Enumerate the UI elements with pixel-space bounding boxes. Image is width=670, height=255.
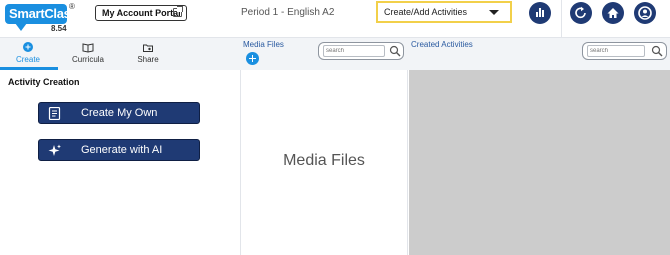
tab-share-label: Share (137, 55, 159, 64)
media-search-input[interactable] (323, 45, 385, 57)
logo-wordmark: SmartClass (5, 4, 78, 31)
period-title: Period 1 - English A2 (241, 7, 335, 18)
plus-circle-icon (23, 42, 33, 52)
bar-chart-icon (536, 8, 544, 17)
tab-create[interactable]: Create (5, 41, 51, 64)
tab-curricula[interactable]: Curricula (65, 41, 111, 64)
tab-create-label: Create (15, 55, 40, 64)
smartclass-logo[interactable]: SmartClass ® 8.54 (5, 2, 78, 36)
share-folder-icon (143, 44, 153, 52)
search-icon[interactable] (651, 45, 663, 57)
search-icon[interactable] (389, 45, 401, 57)
active-tab-indicator (0, 67, 58, 70)
add-media-icon[interactable] (246, 52, 259, 65)
tab-share[interactable]: Share (125, 41, 171, 64)
refresh-icon (575, 6, 586, 19)
created-search-input[interactable] (587, 45, 645, 57)
book-icon (82, 43, 94, 53)
activity-creation-heading: Activity Creation (8, 77, 80, 87)
create-my-own-label: Create My Own (81, 107, 158, 119)
registered-mark: ® (69, 2, 75, 11)
media-files-heading: Media Files (243, 40, 284, 49)
created-activities-pane (409, 70, 670, 255)
top-bar: SmartClass ® 8.54 My Account Portal Peri… (0, 0, 670, 38)
user-icon (638, 6, 652, 20)
my-account-portal-button[interactable]: My Account Portal (95, 5, 187, 21)
generate-with-ai-button[interactable]: Generate with AI (38, 139, 200, 161)
home-icon (607, 8, 619, 18)
home-button[interactable] (602, 2, 624, 24)
created-search-box (582, 42, 667, 60)
activity-mode-value: Create/Add Activities (384, 7, 468, 17)
activity-mode-select[interactable]: Create/Add Activities (376, 1, 512, 23)
media-files-pane: Media Files (240, 70, 408, 255)
sparkle-icon (48, 144, 61, 156)
app-version: 8.54 (51, 24, 67, 33)
media-files-placeholder: Media Files (283, 152, 365, 169)
generate-with-ai-label: Generate with AI (81, 144, 163, 156)
media-search-box (318, 42, 404, 60)
portal-button-label: My Account Portal (102, 8, 181, 18)
created-activities-heading: Created Activities (411, 40, 473, 49)
profile-button[interactable] (634, 2, 656, 24)
header-divider (561, 0, 562, 38)
document-icon (48, 107, 61, 120)
caret-down-icon (489, 10, 499, 15)
refresh-button[interactable] (570, 2, 592, 24)
tab-curricula-label: Curricula (71, 55, 104, 64)
external-link-icon (173, 6, 183, 17)
reports-button[interactable] (529, 2, 551, 24)
create-my-own-button[interactable]: Create My Own (38, 102, 200, 124)
